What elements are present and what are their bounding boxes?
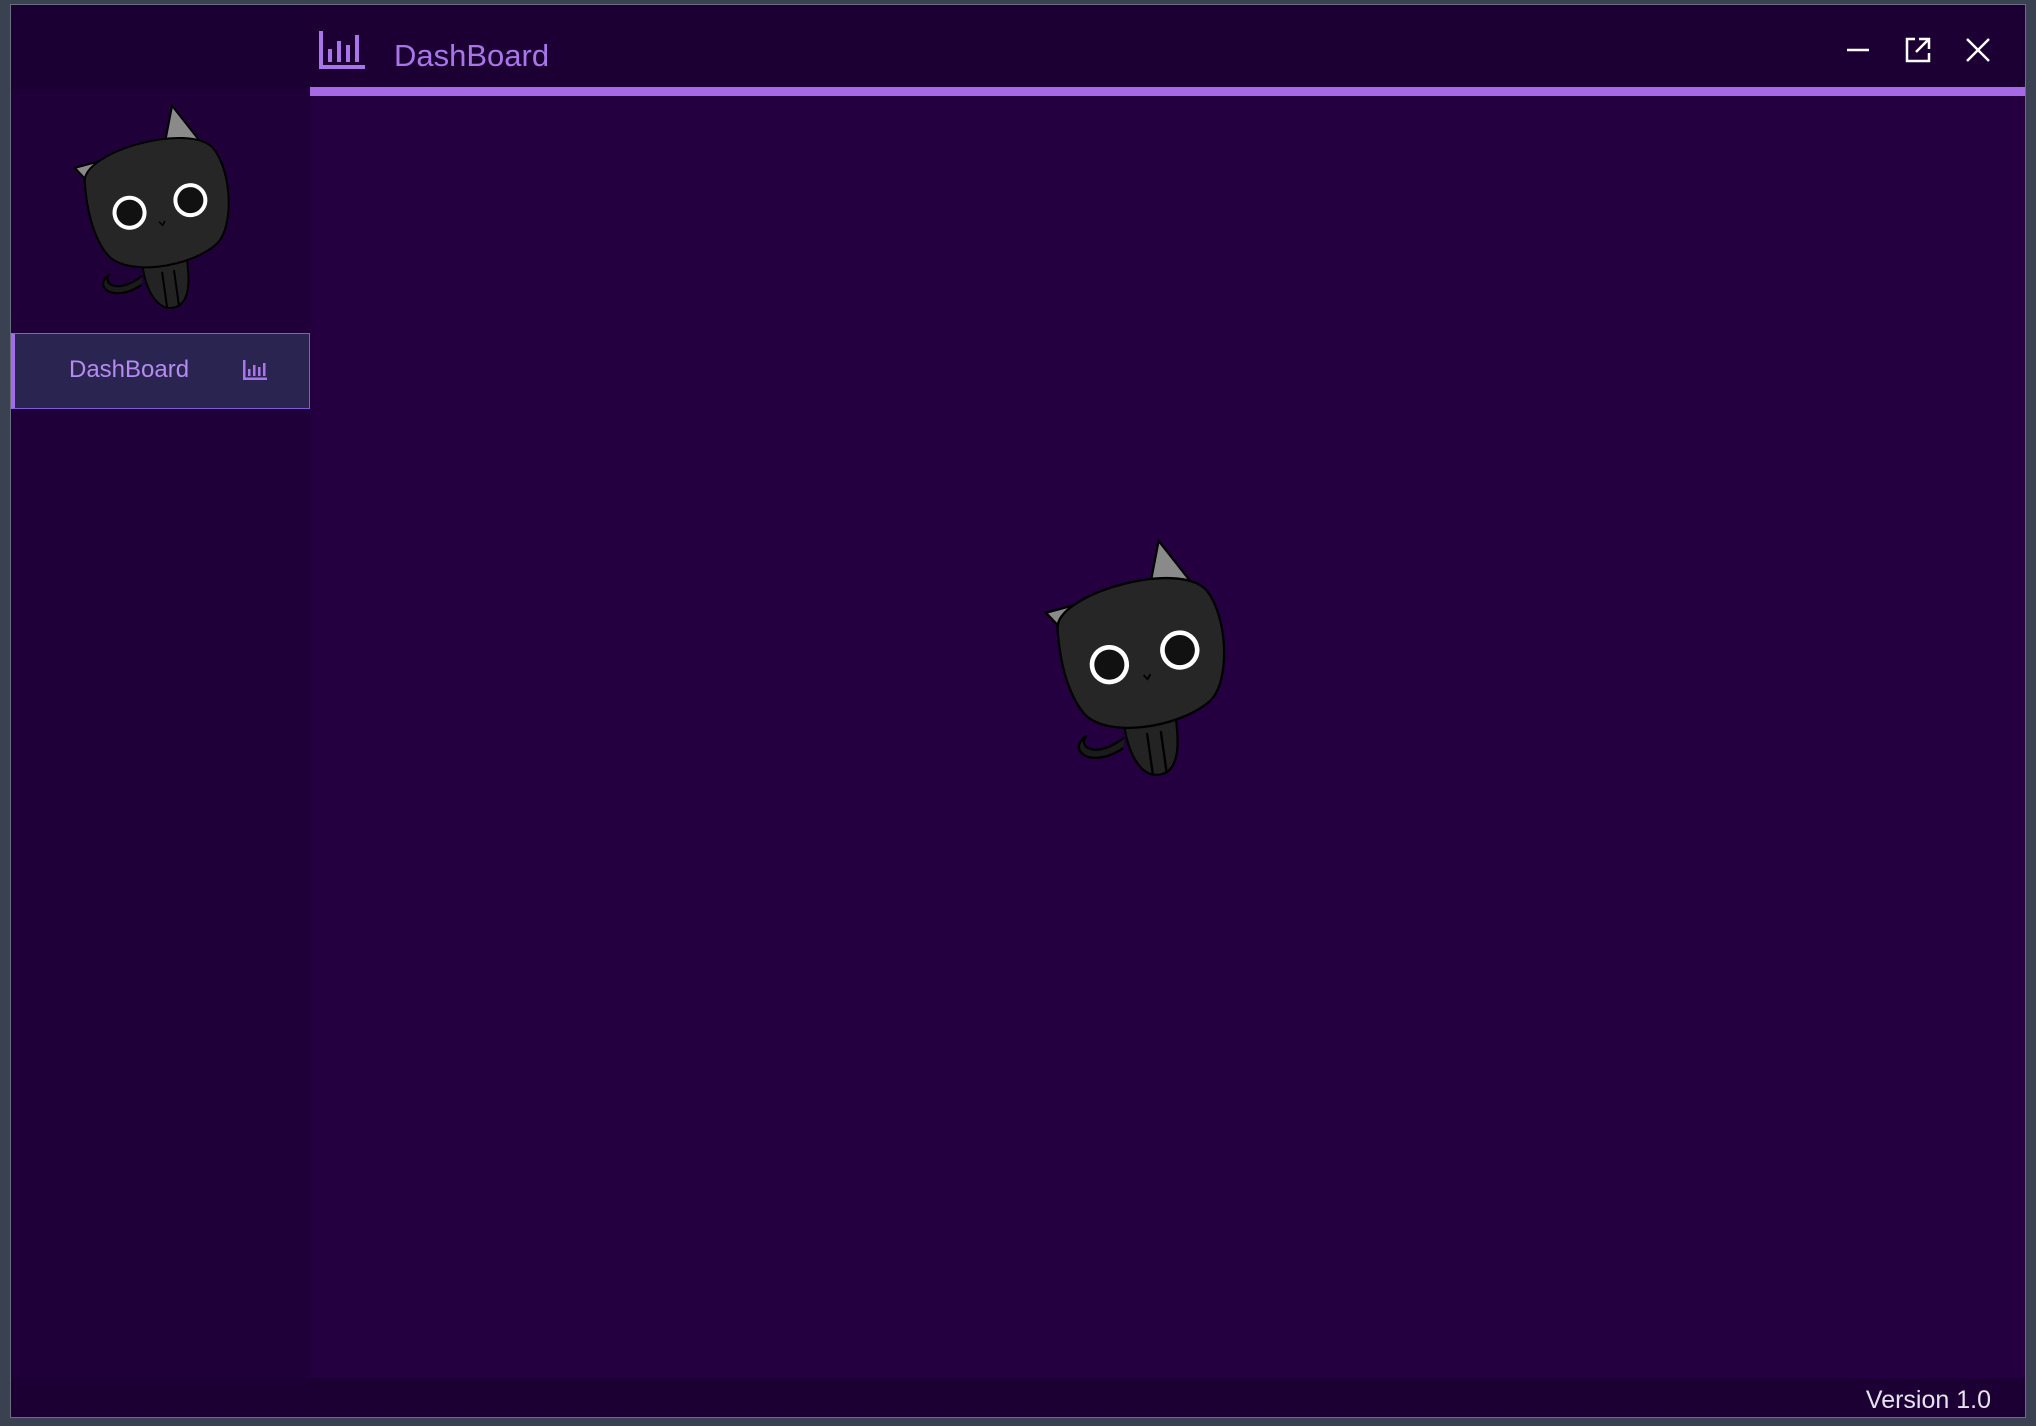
minimize-icon[interactable] [1841, 33, 1875, 67]
title-bar[interactable] [310, 5, 2025, 87]
sidebar-item-label: DashBoard [69, 356, 190, 383]
cat-logo-icon [1043, 538, 1226, 777]
version-label: Version 1.0 [1865, 1386, 1991, 1414]
status-bar: Version 1.0 [11, 1378, 2025, 1417]
sidebar-item-dashboard[interactable]: DashBoard [11, 333, 310, 409]
app-window: DashBoard DashBoard Version 1.0 [10, 4, 2026, 1418]
sidebar-top-strip [11, 5, 310, 89]
main-content [310, 96, 2025, 1378]
close-icon[interactable] [1961, 33, 1995, 67]
sidebar: DashBoard [11, 5, 310, 1378]
title-accent-bar [310, 87, 2025, 96]
page-title: DashBoard [394, 38, 550, 73]
bar-chart-icon [319, 31, 365, 69]
cat-logo-icon [72, 103, 230, 310]
bar-chart-icon [243, 360, 267, 380]
popout-icon[interactable] [1901, 33, 1935, 67]
